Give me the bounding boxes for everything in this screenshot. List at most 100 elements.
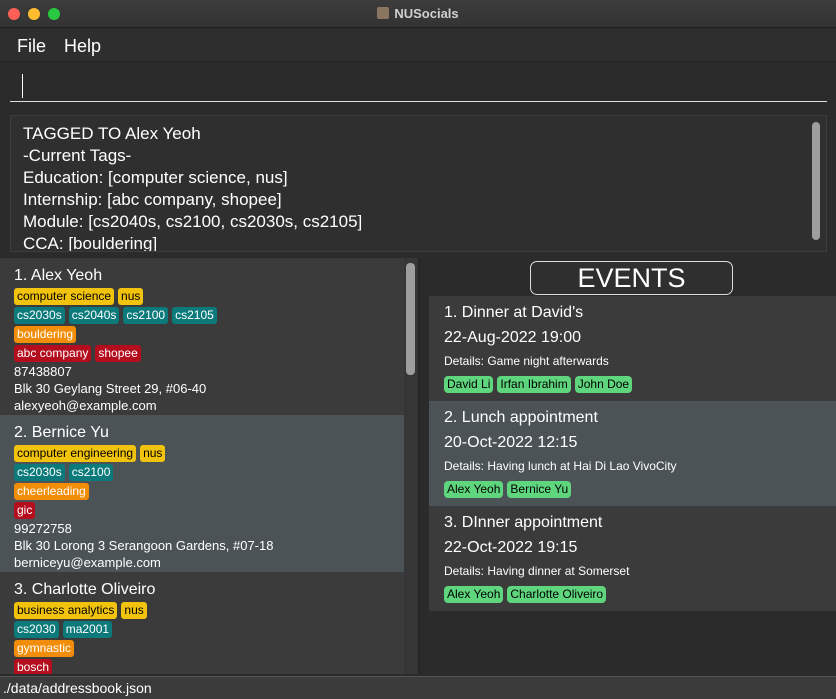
participant-tag: John Doe	[574, 376, 633, 393]
event-name-line: 1. Dinner at David's	[444, 303, 821, 323]
result-line: Module: [cs2040s, cs2100, cs2030s, cs210…	[23, 212, 363, 231]
module-tags: cs2030s cs2040s cs2100 cs2105	[14, 306, 390, 325]
result-line: TAGGED TO Alex Yeoh	[23, 124, 201, 143]
save-location: ./data/addressbook.json	[3, 680, 152, 696]
cca-tags: cheerleading	[14, 482, 390, 501]
person-address: Blk 30 Lorong 3 Serangoon Gardens, #07-1…	[14, 538, 274, 553]
internship-tag: bosch	[14, 659, 53, 674]
internship-tags: abc company shopee	[14, 344, 390, 363]
participant-tag: Charlotte Oliveiro	[507, 586, 607, 603]
participant-tags: Alex Yeoh Charlotte Oliveiro	[444, 585, 821, 603]
participant-tag: Alex Yeoh	[444, 586, 504, 603]
event-card[interactable]: 3. DInner appointment 22-Oct-2022 19:15 …	[429, 506, 836, 611]
app-icon	[377, 7, 390, 19]
status-bar: ./data/addressbook.json	[0, 676, 836, 699]
event-name-line: 3. DInner appointment	[444, 513, 821, 533]
person-card[interactable]: 1. Alex Yeoh computer science nus cs2030s…	[0, 258, 404, 415]
module-tag: ma2001	[62, 621, 113, 638]
person-address: Blk 30 Geylang Street 29, #06-40	[14, 381, 207, 396]
event-date: 22-Aug-2022 19:00	[444, 329, 581, 346]
person-index: 1.	[14, 267, 28, 284]
person-card[interactable]: 3. Charlotte Oliveiro business analytics…	[0, 572, 404, 674]
person-list: 1. Alex Yeoh computer science nus cs2030s…	[0, 258, 420, 674]
module-tag: cs2040s	[68, 307, 120, 324]
result-line: Internship: [abc company, shopee]	[23, 190, 282, 209]
education-tags: computer engineering nus	[14, 444, 390, 463]
text-caret	[22, 74, 23, 98]
window-title: NUSocials	[394, 6, 459, 21]
window-titlebar: NUSocials	[0, 0, 836, 28]
internship-tags: bosch	[14, 658, 390, 674]
participant-tags: David Li Irfan Ibrahim John Doe	[444, 375, 821, 393]
education-tag: nus	[118, 288, 144, 305]
person-phone: 99272758	[14, 521, 72, 536]
event-name: Dinner at David's	[461, 304, 584, 321]
event-card[interactable]: 2. Lunch appointment 20-Oct-2022 12:15 D…	[429, 401, 836, 506]
participant-tag: David Li	[444, 376, 494, 393]
education-tag: computer science	[14, 288, 115, 305]
result-line: Education: [computer science, nus]	[23, 168, 288, 187]
module-tag: cs2100	[68, 464, 114, 481]
event-card[interactable]: 1. Dinner at David's 22-Aug-2022 19:00 D…	[429, 296, 836, 401]
module-tags: cs2030 ma2001	[14, 620, 390, 639]
person-card[interactable]: 2. Bernice Yu computer engineering nus cs…	[0, 415, 404, 572]
education-tag: computer engineering	[14, 445, 137, 462]
participant-tag: Irfan Ibrahim	[497, 376, 571, 393]
window-title-wrap: NUSocials	[0, 6, 836, 21]
event-index: 2.	[444, 409, 458, 426]
result-line: -Current Tags-	[23, 146, 132, 165]
module-tag: cs2105	[172, 307, 217, 324]
internship-tag: abc company	[14, 345, 92, 362]
education-tags: business analytics nus	[14, 601, 390, 620]
module-tag: cs2030	[14, 621, 59, 638]
result-scrollbar[interactable]	[812, 122, 820, 240]
events-title: EVENTS	[530, 261, 733, 295]
person-name-line: 2. Bernice Yu	[14, 422, 390, 444]
menu-bar: File Help	[0, 29, 836, 62]
person-name: Alex Yeoh	[30, 267, 103, 284]
person-index: 3.	[14, 581, 28, 598]
person-name-line: 3. Charlotte Oliveiro	[14, 579, 390, 601]
person-email: berniceyu@example.com	[14, 555, 161, 570]
command-input[interactable]	[10, 70, 827, 102]
menu-file[interactable]: File	[17, 36, 46, 57]
person-list-scrollbar[interactable]	[406, 263, 415, 375]
event-details: Details: Having dinner at Somerset	[444, 564, 630, 578]
person-email: alexyeoh@example.com	[14, 398, 157, 413]
person-index: 2.	[14, 424, 28, 441]
module-tags: cs2030s cs2100	[14, 463, 390, 482]
education-tags: computer science nus	[14, 287, 390, 306]
command-box	[0, 62, 836, 112]
cca-tags: bouldering	[14, 325, 390, 344]
module-tag: cs2030s	[14, 464, 65, 481]
event-date: 20-Oct-2022 12:15	[444, 434, 578, 451]
event-name: Lunch appointment	[461, 409, 598, 426]
cca-tags: gymnastic	[14, 639, 390, 658]
education-tag: business analytics	[14, 602, 118, 619]
menu-help[interactable]: Help	[64, 36, 101, 57]
cca-tag: bouldering	[14, 326, 77, 343]
person-phone: 87438807	[14, 364, 72, 379]
result-display[interactable]: TAGGED TO Alex Yeoh -Current Tags- Educa…	[10, 115, 827, 252]
event-index: 1.	[444, 304, 458, 321]
event-details: Details: Game night afterwards	[444, 354, 609, 368]
participant-tag: Alex Yeoh	[444, 481, 504, 498]
internship-tags: gic	[14, 501, 390, 520]
person-name: Charlotte Oliveiro	[31, 581, 156, 598]
person-name-line: 1. Alex Yeoh	[14, 265, 390, 287]
person-name: Bernice Yu	[31, 424, 109, 441]
event-index: 3.	[444, 514, 458, 531]
internship-tag: gic	[14, 502, 36, 519]
event-name-line: 2. Lunch appointment	[444, 408, 821, 428]
event-date: 22-Oct-2022 19:15	[444, 539, 578, 556]
module-tag: cs2030s	[14, 307, 65, 324]
participant-tag: Bernice Yu	[507, 481, 572, 498]
cca-tag: gymnastic	[14, 640, 75, 657]
event-name: DInner appointment	[461, 514, 603, 531]
result-line: CCA: [bouldering]	[23, 234, 158, 252]
event-list-panel: EVENTS 1. Dinner at David's 22-Aug-2022 …	[420, 258, 836, 674]
cca-tag: cheerleading	[14, 483, 89, 500]
education-tag: nus	[121, 602, 147, 619]
education-tag: nus	[140, 445, 166, 462]
participant-tags: Alex Yeoh Bernice Yu	[444, 480, 821, 498]
